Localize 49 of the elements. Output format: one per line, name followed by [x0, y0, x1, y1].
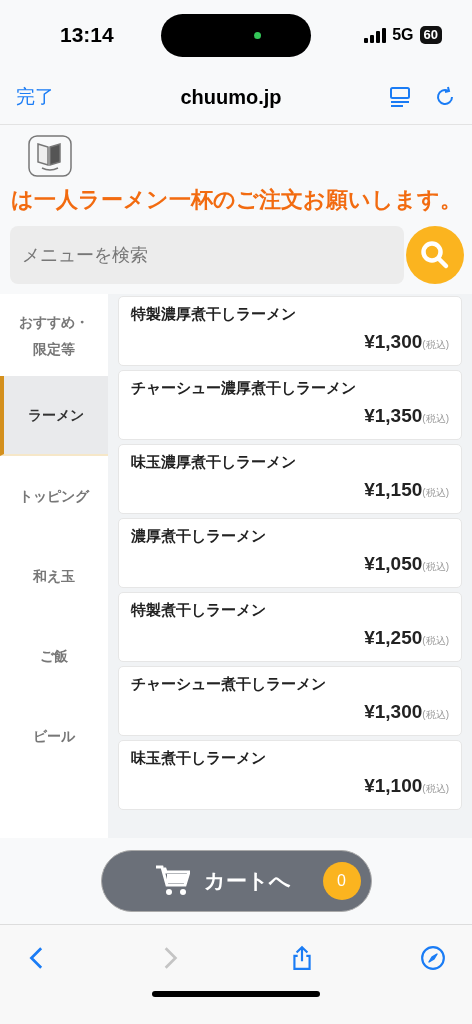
- done-button[interactable]: 完了: [16, 82, 76, 112]
- clock-time: 13:14: [60, 22, 114, 49]
- category-tab[interactable]: ビール: [0, 696, 108, 776]
- tax-note: (税込): [422, 708, 449, 720]
- menu-item-card[interactable]: 味玉煮干しラーメン ¥1,100(税込): [118, 740, 462, 810]
- compass-icon[interactable]: [420, 945, 446, 971]
- category-tab[interactable]: おすすめ・限定等: [0, 296, 108, 376]
- category-tab[interactable]: 和え玉: [0, 536, 108, 616]
- item-name: 特製濃厚煮干しラーメン: [131, 304, 297, 324]
- item-price: ¥1,150: [364, 477, 423, 502]
- item-price: ¥1,100: [364, 773, 423, 798]
- item-name: 味玉濃厚煮干しラーメン: [131, 452, 297, 472]
- search-field[interactable]: メニューを検索: [10, 226, 404, 284]
- tax-note: (税込): [422, 412, 449, 424]
- menu-item-card[interactable]: 特製濃厚煮干しラーメン ¥1,300(税込): [118, 296, 462, 366]
- category-tab[interactable]: トッピング: [0, 456, 108, 536]
- reload-icon[interactable]: [436, 86, 456, 108]
- page-url: chuumo.jp: [179, 85, 283, 110]
- cart-button[interactable]: カートへ 0: [100, 850, 372, 912]
- item-name: 濃厚煮干しラーメン: [131, 526, 267, 546]
- network-label: 5G: [392, 25, 414, 45]
- item-price: ¥1,350: [364, 403, 423, 428]
- menu-item-card[interactable]: 濃厚煮干しラーメン ¥1,050(税込): [118, 518, 462, 588]
- category-tab[interactable]: ご飯: [0, 616, 108, 696]
- battery-indicator: 60: [419, 26, 442, 44]
- item-price: ¥1,300: [364, 329, 423, 354]
- tax-note: (税込): [422, 782, 449, 794]
- item-price: ¥1,050: [364, 551, 423, 576]
- item-price: ¥1,300: [364, 699, 423, 724]
- menu-item-card[interactable]: チャーシュー濃厚煮干しラーメン ¥1,350(税込): [118, 370, 462, 440]
- tax-note: (税込): [422, 634, 449, 646]
- cart-label: カートへ: [203, 868, 291, 895]
- search-icon: [420, 240, 450, 270]
- item-price: ¥1,250: [364, 625, 423, 650]
- item-name: チャーシュー濃厚煮干しラーメン: [131, 378, 357, 398]
- cart-count-badge: 0: [322, 862, 361, 900]
- tax-note: (税込): [422, 486, 449, 498]
- menu-item-card[interactable]: チャーシュー煮干しラーメン ¥1,300(税込): [118, 666, 462, 736]
- notice-text: は一人ラーメン一杯のご注文お願いします。: [9, 186, 463, 214]
- cart-icon: [155, 865, 190, 897]
- signal-icon: [364, 27, 387, 43]
- item-name: チャーシュー煮干しラーメン: [131, 674, 327, 694]
- category-tab[interactable]: ラーメン: [0, 376, 108, 456]
- tax-note: (税込): [422, 560, 449, 572]
- menu-item-card[interactable]: 味玉濃厚煮干しラーメン ¥1,150(税込): [118, 444, 462, 514]
- menu-item-card[interactable]: 特製煮干しラーメン ¥1,250(税込): [118, 592, 462, 662]
- item-name: 特製煮干しラーメン: [131, 600, 267, 620]
- item-name: 味玉煮干しラーメン: [131, 748, 267, 768]
- tax-note: (税込): [422, 338, 449, 350]
